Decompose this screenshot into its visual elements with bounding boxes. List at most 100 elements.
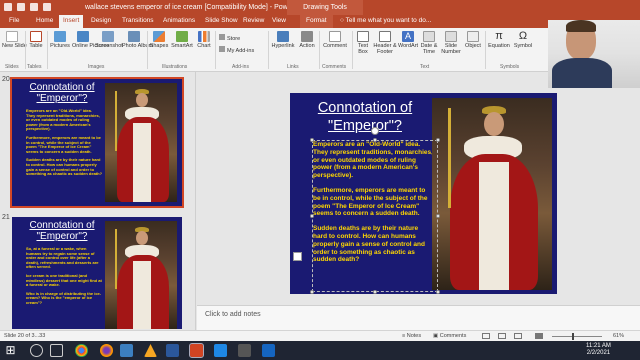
tab-animations[interactable]: Animations [163, 17, 195, 24]
notes-placeholder[interactable]: Click to add notes [205, 311, 261, 318]
equation-button[interactable]: π Equation [487, 31, 511, 50]
slide-thumbnail-21[interactable]: Connotation of "Emperor"? So, at a funer… [12, 217, 182, 329]
ribbon-divider [47, 31, 48, 69]
tab-format[interactable]: Format [300, 15, 333, 28]
shapes-icon [153, 31, 165, 42]
thumbnail-body: Emperors are an "Old-World" idea. They r… [26, 108, 103, 177]
pictures-button[interactable]: Pictures [49, 31, 71, 49]
resize-handle[interactable] [373, 138, 377, 142]
ribbon-divider [215, 31, 216, 69]
ribbon-divider [268, 31, 269, 69]
vlc-icon[interactable] [144, 344, 157, 357]
my-addins-button[interactable]: My Add-ins [219, 46, 254, 54]
comments-toggle-button[interactable]: ▣ Comments [433, 333, 466, 339]
tab-file[interactable]: File [9, 17, 19, 24]
slide-title[interactable]: Connotation of "Emperor"? [300, 99, 430, 135]
tab-slide-show[interactable]: Slide Show [205, 17, 238, 24]
comment-label: Comment [323, 43, 347, 49]
shapes-label: Shapes [149, 43, 169, 49]
new-slide-label: New Slide [2, 43, 27, 49]
tab-insert[interactable]: Insert [59, 15, 84, 28]
table-label: Table [29, 43, 43, 49]
pictures-icon [54, 31, 66, 42]
redo-icon[interactable] [30, 3, 38, 11]
save-icon[interactable] [4, 3, 12, 11]
object-button[interactable]: Object [463, 31, 483, 49]
chart-button[interactable]: Chart [195, 31, 213, 49]
start-from-beginning-icon[interactable] [43, 3, 51, 11]
store-button[interactable]: Store [219, 34, 240, 42]
wordart-button[interactable]: A WordArt [398, 31, 418, 49]
chrome-icon[interactable] [75, 344, 88, 357]
hyperlink-button[interactable]: Hyperlink [270, 31, 296, 49]
screenshot-button[interactable]: Screenshot [95, 31, 123, 49]
action-label: Action [299, 43, 315, 49]
reading-view-icon[interactable] [514, 333, 522, 339]
resize-handle[interactable] [436, 290, 440, 294]
resize-handle[interactable] [310, 214, 314, 218]
slideshow-view-icon[interactable] [535, 333, 543, 339]
clock-date: 2/2/2021 [586, 350, 611, 356]
symbol-button[interactable]: Ω Symbol [512, 31, 534, 50]
napoleon-portrait-image[interactable] [432, 98, 552, 290]
system-clock[interactable]: 11:21 AM 2/2/2021 [586, 343, 611, 357]
zoom-slider-thumb[interactable] [572, 333, 574, 340]
equation-label: Equation [488, 43, 510, 49]
task-view-icon[interactable] [50, 344, 63, 357]
firefox-icon[interactable] [100, 344, 113, 357]
resize-handle[interactable] [310, 138, 314, 142]
tab-home[interactable]: Home [36, 17, 53, 24]
text-box-button[interactable]: Text Box [354, 31, 372, 55]
hyperlink-label: Hyperlink [271, 43, 295, 49]
tab-design[interactable]: Design [91, 17, 111, 24]
tab-transitions[interactable]: Transitions [122, 17, 154, 24]
app-icon[interactable] [214, 344, 227, 357]
zoom-app-icon[interactable] [120, 344, 133, 357]
resize-handle[interactable] [436, 214, 440, 218]
tab-view[interactable]: View [272, 17, 286, 24]
smartart-button[interactable]: SmartArt [170, 31, 194, 49]
windows-start-icon[interactable]: ⊞ [4, 344, 17, 357]
search-icon[interactable] [30, 344, 43, 357]
app-icon[interactable] [238, 344, 251, 357]
slide-sorter-icon[interactable] [498, 333, 506, 339]
undo-icon[interactable] [17, 3, 25, 11]
resize-handle[interactable] [373, 290, 377, 294]
rotate-handle-icon[interactable] [371, 127, 379, 135]
notes-pane[interactable]: Click to add notes [197, 305, 640, 330]
resize-handle[interactable] [310, 290, 314, 294]
group-slides-label: Slides [5, 64, 19, 70]
powerpoint-icon[interactable] [189, 343, 204, 358]
resize-handle[interactable] [436, 138, 440, 142]
thumbnail-paragraph: Sudden deaths are by their nature hard t… [26, 157, 103, 177]
normal-view-icon[interactable] [482, 333, 490, 339]
shapes-button[interactable]: Shapes [149, 31, 169, 49]
notes-toggle-button[interactable]: ≡ Notes [402, 333, 421, 339]
header-footer-button[interactable]: Header & Footer [373, 31, 397, 55]
slide-number-button[interactable]: Slide Number [440, 31, 462, 55]
photo-album-button[interactable]: Photo Album [122, 31, 153, 49]
word-icon[interactable] [166, 344, 179, 357]
tab-review[interactable]: Review [243, 17, 264, 24]
zoom-level[interactable]: 61% [613, 333, 624, 339]
pictures-label: Pictures [50, 43, 70, 49]
comment-button[interactable]: Comment [321, 31, 349, 49]
comments-toggle-label: Comments [439, 333, 467, 339]
table-button[interactable]: Table [27, 31, 45, 49]
object-icon [467, 31, 479, 42]
slide-thumbnail-20[interactable]: Connotation of "Emperor"? Emperors are a… [10, 77, 184, 208]
action-button[interactable]: Action [297, 31, 317, 49]
autofit-options-icon[interactable] [293, 252, 302, 261]
new-slide-button[interactable]: New Slide [2, 31, 27, 49]
zoom-slider[interactable] [552, 336, 602, 337]
online-pictures-icon [77, 31, 89, 42]
text-placeholder-selection[interactable] [310, 127, 440, 294]
tell-me-search[interactable]: ○ Tell me what you want to do... [340, 17, 431, 24]
ribbon-divider [147, 31, 148, 69]
online-pictures-button[interactable]: Online Pictures [72, 31, 109, 49]
photo-album-icon [128, 31, 140, 42]
date-time-button[interactable]: Date & Time [419, 31, 439, 55]
screenshot-icon [102, 31, 114, 42]
notes-toggle-label: Notes [406, 333, 422, 339]
app-icon[interactable] [262, 344, 275, 357]
